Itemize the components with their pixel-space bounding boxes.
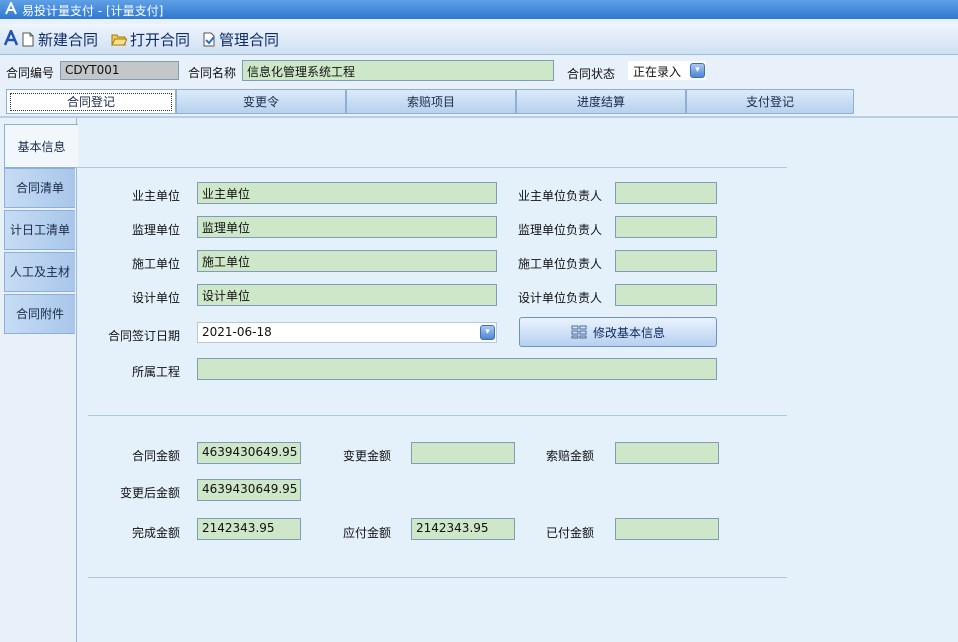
tab-contract-register[interactable]: 合同登记 — [6, 89, 176, 114]
tab-progress-settlement-label: 进度结算 — [576, 95, 625, 109]
section-divider-bottom — [88, 577, 787, 578]
owner-rep-field[interactable] — [615, 182, 717, 204]
claim-amount-field[interactable] — [615, 442, 719, 464]
contract-name-label: 合同名称 — [188, 66, 237, 80]
designer-label: 设计单位 — [131, 291, 180, 305]
tab-claims-label: 索赔项目 — [406, 95, 455, 109]
sign-date-value: 2021-06-18 — [202, 325, 272, 339]
side-tab-daywork-list-label: 计日工清单 — [9, 223, 70, 237]
tab-contract-register-label: 合同登记 — [9, 93, 172, 111]
status-dropdown-button[interactable]: ▾ — [690, 63, 705, 78]
supervisor-rep-label: 监理单位负责人 — [518, 223, 603, 237]
after-change-label: 变更后金额 — [119, 486, 180, 500]
new-contract-label: 新建合同 — [38, 30, 99, 49]
contract-name-field[interactable]: 信息化管理系统工程 — [242, 60, 554, 81]
main-tabs: 合同登记 变更令 索赔项目 进度结算 支付登记 — [4, 89, 854, 116]
contract-no-field[interactable]: CDYT001 — [60, 61, 179, 80]
project-field[interactable] — [197, 358, 717, 380]
change-amount-label: 变更金额 — [343, 449, 392, 463]
supervisor-label: 监理单位 — [131, 223, 180, 237]
payable-amount-label: 应付金额 — [343, 526, 392, 540]
completed-amount-label: 完成金额 — [131, 526, 180, 540]
open-folder-icon — [111, 34, 127, 45]
owner-rep-label: 业主单位负责人 — [518, 189, 603, 203]
payable-amount-field[interactable]: 2142343.95 — [411, 518, 515, 540]
window-title: 易投计量支付 - [计量支付] — [22, 4, 164, 18]
modify-basic-info-label: 修改基本信息 — [592, 325, 665, 340]
contract-amount-label: 合同金额 — [131, 449, 180, 463]
sign-date-label: 合同签订日期 — [107, 329, 180, 343]
paid-amount-label: 已付金额 — [546, 526, 595, 540]
tab-payment-register-label: 支付登记 — [745, 95, 794, 109]
app-icon — [5, 2, 17, 15]
constructor-rep-field[interactable] — [615, 250, 717, 272]
claim-amount-label: 索赔金额 — [546, 449, 595, 463]
contract-amount-field[interactable]: 4639430649.95 — [197, 442, 301, 464]
completed-amount-field[interactable]: 2142343.95 — [197, 518, 301, 540]
open-contract-button[interactable]: 打开合同 — [111, 28, 190, 50]
date-dropdown-button[interactable]: ▾ — [480, 325, 495, 340]
side-tab-attachments-label: 合同附件 — [15, 307, 64, 321]
constructor-field[interactable]: 施工单位 — [197, 250, 497, 272]
designer-rep-label: 设计单位负责人 — [518, 291, 603, 305]
project-label: 所属工程 — [131, 365, 180, 379]
side-tab-attachments[interactable]: 合同附件 — [4, 294, 75, 334]
supervisor-rep-field[interactable] — [615, 216, 717, 238]
contract-status-label: 合同状态 — [567, 67, 616, 81]
contract-status-value: 正在录入 — [633, 65, 682, 79]
chevron-down-icon: ▾ — [695, 65, 700, 75]
supervisor-field[interactable]: 监理单位 — [197, 216, 497, 238]
constructor-label: 施工单位 — [131, 257, 180, 271]
owner-field[interactable]: 业主单位 — [197, 182, 497, 204]
open-contract-label: 打开合同 — [130, 30, 191, 49]
owner-label: 业主单位 — [131, 189, 180, 203]
side-tab-basic-info[interactable]: 基本信息 — [4, 124, 78, 168]
modify-basic-info-button[interactable]: 修改基本信息 — [519, 317, 717, 347]
grid-icon — [571, 325, 587, 339]
tab-change-order[interactable]: 变更令 — [176, 89, 346, 114]
change-amount-field[interactable] — [411, 442, 515, 464]
side-tab-basic-info-label: 基本信息 — [17, 140, 66, 154]
designer-field[interactable]: 设计单位 — [197, 284, 497, 306]
section-divider-top — [76, 167, 787, 168]
paid-amount-field[interactable] — [615, 518, 719, 540]
title-bar: 易投计量支付 - [计量支付] — [0, 0, 958, 19]
tab-progress-settlement[interactable]: 进度结算 — [516, 89, 686, 114]
toolbar: 新建合同 打开合同 管理合同 — [0, 24, 958, 55]
contract-no-label: 合同编号 — [6, 66, 55, 80]
tab-claims[interactable]: 索赔项目 — [346, 89, 516, 114]
tab-change-order-label: 变更令 — [242, 95, 279, 109]
after-change-field[interactable]: 4639430649.95 — [197, 479, 301, 501]
logo-icon — [3, 30, 19, 46]
side-tab-daywork-list[interactable]: 计日工清单 — [4, 210, 75, 250]
manage-document-icon — [203, 32, 215, 46]
section-divider-middle — [88, 415, 787, 416]
side-tab-labor-materials-label: 人工及主材 — [9, 265, 70, 279]
new-document-icon — [22, 32, 34, 46]
manage-contract-label: 管理合同 — [219, 30, 280, 49]
chevron-down-icon: ▾ — [485, 327, 490, 337]
side-tab-labor-materials[interactable]: 人工及主材 — [4, 252, 75, 292]
constructor-rep-label: 施工单位负责人 — [518, 257, 603, 271]
tab-payment-register[interactable]: 支付登记 — [686, 89, 854, 114]
new-contract-button[interactable]: 新建合同 — [21, 28, 98, 50]
side-tab-contract-list-label: 合同清单 — [15, 181, 64, 195]
designer-rep-field[interactable] — [615, 284, 717, 306]
manage-contract-button[interactable]: 管理合同 — [202, 28, 279, 50]
side-tab-contract-list[interactable]: 合同清单 — [4, 168, 75, 208]
sign-date-picker[interactable]: 2021-06-18 — [197, 322, 497, 343]
